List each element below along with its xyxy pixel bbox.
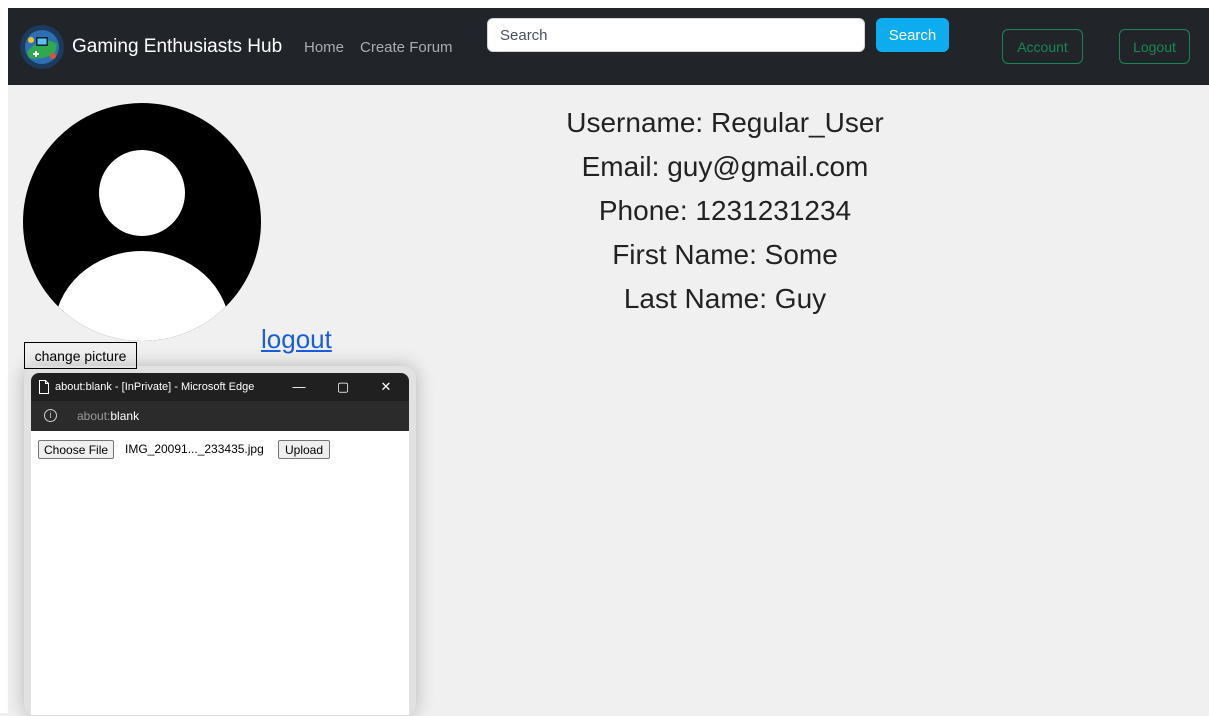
- nav-create-forum-link[interactable]: Create Forum: [360, 39, 453, 56]
- info-icon[interactable]: i: [44, 409, 57, 422]
- page-left-edge: [0, 0, 8, 713]
- popup-titlebar[interactable]: about:blank - [InPrivate] - Microsoft Ed…: [31, 373, 409, 401]
- avatar: [23, 103, 261, 341]
- logout-link[interactable]: logout: [261, 324, 332, 355]
- address-host: blank: [110, 409, 140, 423]
- logout-button[interactable]: Logout: [1119, 29, 1190, 64]
- popup-title: about:blank - [InPrivate] - Microsoft Ed…: [55, 381, 255, 393]
- popup-body: Choose File IMG_20091..._233435.jpg Uplo…: [31, 431, 409, 715]
- upload-button[interactable]: Upload: [278, 440, 331, 459]
- close-icon[interactable]: ✕: [376, 377, 396, 397]
- nav-home-link[interactable]: Home: [304, 39, 344, 56]
- search-input[interactable]: [487, 18, 865, 52]
- logo-icon[interactable]: [19, 24, 65, 70]
- popup-window: about:blank - [InPrivate] - Microsoft Ed…: [31, 373, 409, 715]
- choose-file-button[interactable]: Choose File: [38, 440, 115, 459]
- search-button[interactable]: Search: [876, 18, 949, 52]
- change-picture-button[interactable]: change picture: [24, 342, 137, 369]
- brand-title[interactable]: Gaming Enthusiasts Hub: [72, 36, 282, 58]
- address-text: about:blank: [77, 409, 139, 423]
- page-icon: [38, 380, 50, 394]
- address-prefix: about:: [77, 409, 111, 423]
- maximize-icon[interactable]: ▢: [333, 377, 353, 397]
- page-top-edge: [0, 0, 1209, 8]
- navbar: Gaming Enthusiasts Hub Home Create Forum…: [8, 8, 1209, 85]
- popup-address-bar[interactable]: i about:blank: [31, 401, 409, 431]
- email-text: Email: guy@gmail.com: [581, 151, 869, 182]
- username-text: Username: Regular_User: [566, 107, 884, 138]
- profile-info: Username: Regular_User Email: guy@gmail.…: [425, 101, 1025, 321]
- selected-file-name: IMG_20091..._233435.jpg: [125, 442, 264, 456]
- first-name-text: First Name: Some: [612, 239, 838, 270]
- last-name-text: Last Name: Guy: [623, 283, 827, 314]
- account-button[interactable]: Account: [1002, 29, 1083, 64]
- minimize-icon[interactable]: —: [289, 377, 309, 397]
- phone-text: Phone: 1231231234: [598, 195, 852, 226]
